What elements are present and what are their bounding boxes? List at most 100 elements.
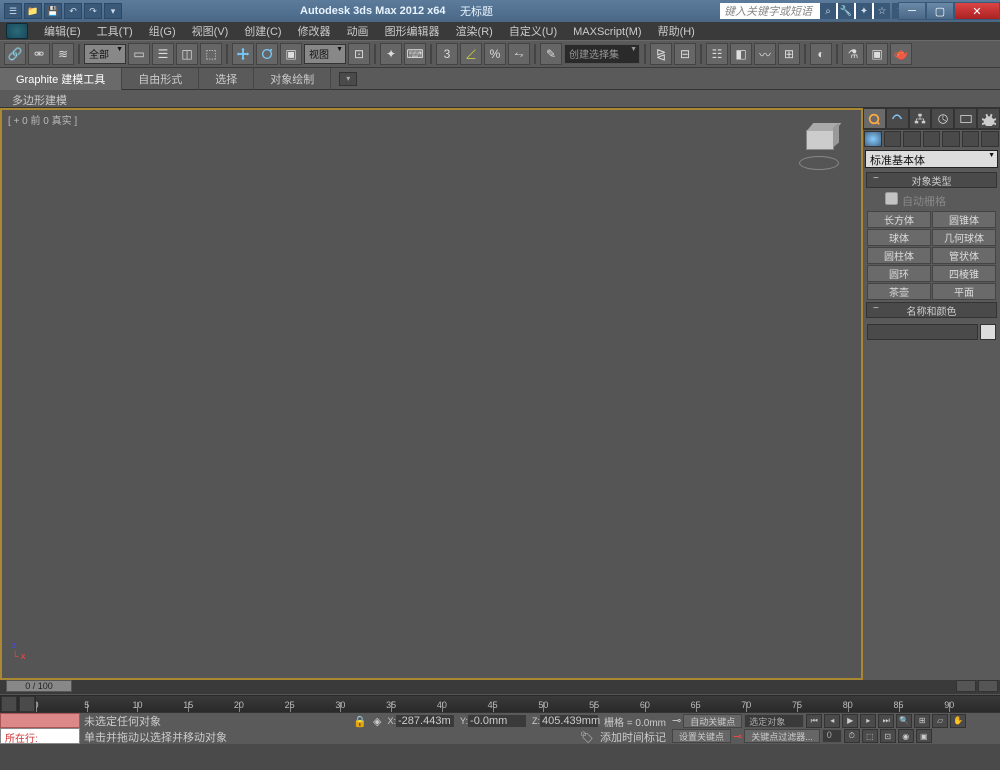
orbit-icon[interactable]: ◉ xyxy=(898,729,914,743)
motion-tab[interactable] xyxy=(931,108,954,129)
create-圆环[interactable]: 圆环 xyxy=(867,265,931,282)
app-menu-icon[interactable] xyxy=(6,23,28,39)
object-name-input[interactable] xyxy=(867,324,978,340)
keyboard-shortcut-icon[interactable]: ⌨ xyxy=(404,43,426,65)
ribbon-tab-0[interactable]: Graphite 建模工具 xyxy=(0,68,122,90)
poly-modeling-panel[interactable]: 多边形建模 xyxy=(0,90,1000,108)
coord-z[interactable]: 405.439mm xyxy=(540,715,598,727)
set-key-button[interactable]: 设置关键点 xyxy=(672,729,731,743)
isolate-icon[interactable]: ◈ xyxy=(373,715,381,728)
trackbar-mode-icon[interactable] xyxy=(19,696,35,712)
lights-icon[interactable] xyxy=(903,131,921,147)
menu-帮助(H)[interactable]: 帮助(H) xyxy=(650,25,703,39)
curve-editor-icon[interactable]: 〰 xyxy=(754,43,776,65)
viewport-label[interactable]: [ + 0 前 0 真实 ] xyxy=(8,112,77,127)
zoom-extents-icon[interactable]: ⬚ xyxy=(862,729,878,743)
subscription-icon[interactable]: 🔧 xyxy=(838,3,854,19)
nav-icon-2[interactable] xyxy=(978,680,998,692)
modify-tab[interactable] xyxy=(886,108,909,129)
lock-selection-icon[interactable]: 🔒 xyxy=(353,715,367,728)
undo-icon[interactable]: ↶ xyxy=(64,3,82,19)
utilities-tab[interactable] xyxy=(977,108,1000,129)
zoom-icon[interactable]: 🔍 xyxy=(896,714,912,728)
create-圆锥体[interactable]: 圆锥体 xyxy=(932,211,996,228)
spinner-snap-icon[interactable]: ⥊ xyxy=(508,43,530,65)
display-tab[interactable] xyxy=(954,108,977,129)
save-icon[interactable]: 💾 xyxy=(44,3,62,19)
edit-named-sel-icon[interactable]: ✎ xyxy=(540,43,562,65)
menu-MAXScript(M)[interactable]: MAXScript(M) xyxy=(565,25,649,39)
create-tab[interactable] xyxy=(863,108,886,129)
mirror-icon[interactable]: ⧎ xyxy=(650,43,672,65)
goto-start-icon[interactable]: ⏮ xyxy=(806,714,822,728)
align-icon[interactable]: ⊟ xyxy=(674,43,696,65)
create-茶壶[interactable]: 茶壶 xyxy=(867,283,931,300)
snap-toggle-icon[interactable]: 3 xyxy=(436,43,458,65)
render-setup-icon[interactable]: ⚗ xyxy=(842,43,864,65)
ribbon-tab-1[interactable]: 自由形式 xyxy=(122,68,199,90)
nav-icon-1[interactable] xyxy=(956,680,976,692)
helpers-icon[interactable] xyxy=(942,131,960,147)
window-crossing-icon[interactable]: ⬚ xyxy=(200,43,222,65)
menu-视图(V)[interactable]: 视图(V) xyxy=(184,25,237,39)
timetag-icon[interactable]: 🏷 xyxy=(580,731,594,744)
select-scale-icon[interactable]: ▣ xyxy=(280,43,302,65)
time-slider-handle[interactable]: 0 / 100 xyxy=(6,680,72,692)
menu-组(G)[interactable]: 组(G) xyxy=(141,25,184,39)
create-平面[interactable]: 平面 xyxy=(932,283,996,300)
name-color-rollout[interactable]: 名称和颜色 xyxy=(866,302,997,318)
ribbon-tab-3[interactable]: 对象绘制 xyxy=(254,68,331,90)
manipulate-icon[interactable]: ✦ xyxy=(380,43,402,65)
menu-创建(C)[interactable]: 创建(C) xyxy=(236,25,289,39)
search-icon[interactable]: ⌕ xyxy=(820,3,836,19)
key-target-field[interactable]: 选定对象 xyxy=(744,714,804,728)
close-button[interactable]: ✕ xyxy=(954,2,1000,20)
selection-filter-dropdown[interactable]: 全部 xyxy=(84,44,126,64)
rendered-frame-icon[interactable]: ▣ xyxy=(866,43,888,65)
menu-工具(T)[interactable]: 工具(T) xyxy=(89,25,141,39)
menu-编辑(E)[interactable]: 编辑(E) xyxy=(36,25,89,39)
named-selection-dropdown[interactable]: 创建选择集 xyxy=(564,44,640,64)
coord-x[interactable]: -287.443m xyxy=(396,715,454,727)
viewcube[interactable] xyxy=(799,130,841,172)
maximize-button[interactable]: ▢ xyxy=(926,2,954,20)
pan-icon[interactable]: ✋ xyxy=(950,714,966,728)
ribbon-expand-icon[interactable]: ▾ xyxy=(339,72,357,86)
select-by-name-icon[interactable]: ☰ xyxy=(152,43,174,65)
graphite-icon[interactable]: ◧ xyxy=(730,43,752,65)
object-color-swatch[interactable] xyxy=(980,324,996,340)
next-frame-icon[interactable]: ▸ xyxy=(860,714,876,728)
current-frame-field[interactable]: 0 xyxy=(822,729,842,743)
select-move-icon[interactable] xyxy=(232,43,254,65)
zoom-extents-all-icon[interactable]: ⊡ xyxy=(880,729,896,743)
new-icon[interactable]: ☰ xyxy=(4,3,22,19)
hierarchy-tab[interactable] xyxy=(909,108,932,129)
maximize-viewport-icon[interactable]: ▣ xyxy=(916,729,932,743)
layer-manager-icon[interactable]: ☷ xyxy=(706,43,728,65)
time-config-icon[interactable]: ⏱ xyxy=(844,729,860,743)
menu-动画[interactable]: 动画 xyxy=(339,25,377,39)
coord-y[interactable]: -0.0mm xyxy=(468,715,526,727)
viewport[interactable]: [ + 0 前 0 真实 ] z└ x xyxy=(0,108,863,680)
create-四棱锥[interactable]: 四棱锥 xyxy=(932,265,996,282)
menu-修改器[interactable]: 修改器 xyxy=(290,25,339,39)
create-圆柱体[interactable]: 圆柱体 xyxy=(867,247,931,264)
percent-snap-icon[interactable]: % xyxy=(484,43,506,65)
ref-coord-dropdown[interactable]: 视图 xyxy=(304,44,346,64)
category-dropdown[interactable]: 标准基本体 xyxy=(865,150,998,168)
fov-icon[interactable]: ▱ xyxy=(932,714,948,728)
menu-图形编辑器[interactable]: 图形编辑器 xyxy=(377,25,448,39)
qat-dropdown-icon[interactable]: ▾ xyxy=(104,3,122,19)
unlink-icon[interactable]: ⚮ xyxy=(28,43,50,65)
link-icon[interactable]: 🔗 xyxy=(4,43,26,65)
create-长方体[interactable]: 长方体 xyxy=(867,211,931,228)
geometry-icon[interactable] xyxy=(864,131,882,147)
auto-key-button[interactable]: 自动关键点 xyxy=(683,714,742,728)
select-object-icon[interactable]: ▭ xyxy=(128,43,150,65)
create-管状体[interactable]: 管状体 xyxy=(932,247,996,264)
exchange-icon[interactable]: ✦ xyxy=(856,3,872,19)
bind-spacewarp-icon[interactable]: ≋ xyxy=(52,43,74,65)
material-editor-icon[interactable]: ◐ xyxy=(810,43,832,65)
script-listener[interactable] xyxy=(0,713,80,728)
angle-snap-icon[interactable] xyxy=(460,43,482,65)
